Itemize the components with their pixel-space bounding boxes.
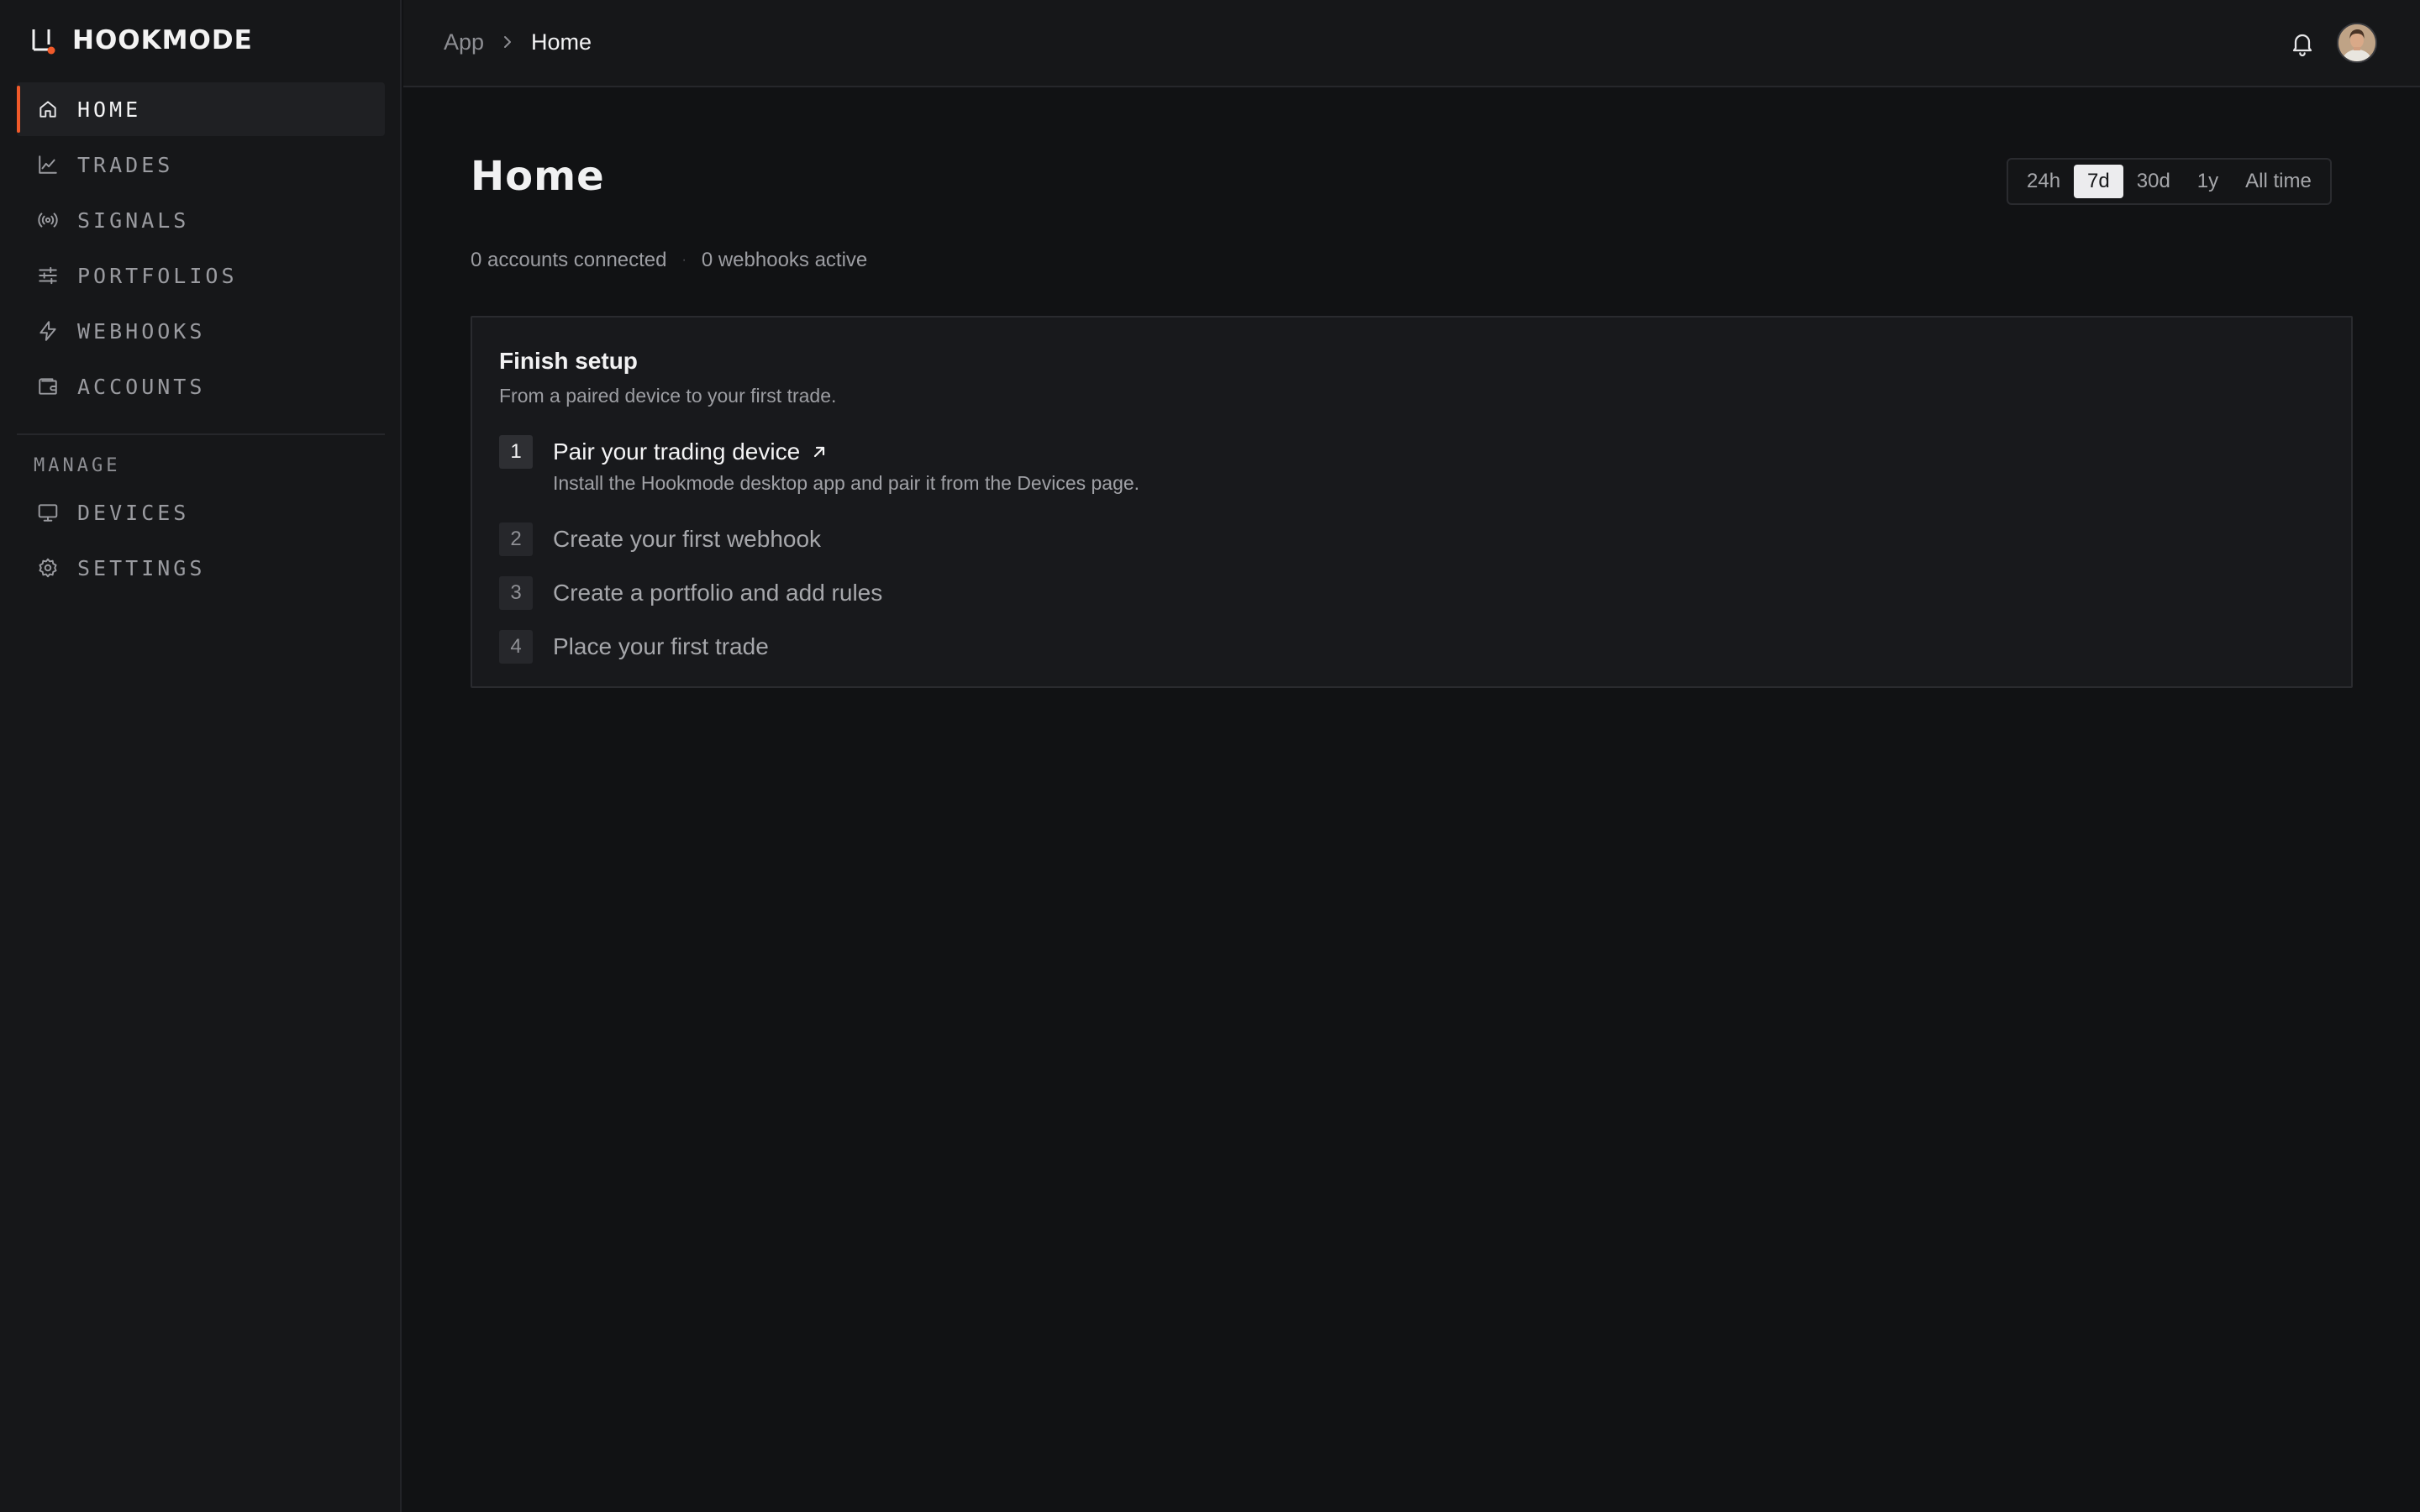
setup-step-3: 3 Create a portfolio and add rules [499,576,882,610]
sidebar: HOOKMODE HOME TRADES SIGNALS PORTFOLIOS … [0,0,402,1512]
main-content: Home 24h 7d 30d 1y All time 0 accounts c… [403,89,2420,1512]
step-number: 2 [499,522,533,556]
step-title[interactable]: Place your first trade [553,630,769,664]
card-subtitle: From a paired device to your first trade… [499,385,837,407]
range-option-30d[interactable]: 30d [2123,165,2184,198]
breadcrumb-parent-link[interactable]: App [444,29,484,55]
sidebar-divider [17,433,385,435]
sidebar-item-label: TRADES [77,152,174,177]
webhooks-active-count: 0 webhooks active [701,249,868,271]
sidebar-item-label: SIGNALS [77,207,190,233]
finish-setup-card: Finish setup From a paired device to you… [471,316,2353,688]
sidebar-item-home[interactable]: HOME [17,82,385,136]
range-option-7d[interactable]: 7d [2074,165,2123,198]
sidebar-section-label: MANAGE [34,455,121,476]
sidebar-item-label: PORTFOLIOS [77,263,238,288]
step-title: Pair your trading device [553,438,801,465]
user-avatar[interactable] [2337,23,2377,63]
summary-stats: 0 accounts connected · 0 webhooks active [471,249,867,272]
home-icon [37,98,59,120]
accounts-connected-count: 0 accounts connected [471,249,667,271]
breadcrumb-current: Home [531,29,592,55]
range-option-24h[interactable]: 24h [2013,165,2074,198]
sidebar-item-label: HOME [77,97,142,122]
setup-step-4: 4 Place your first trade [499,630,769,664]
sidebar-item-settings[interactable]: SETTINGS [17,541,385,595]
sidebar-item-label: ACCOUNTS [77,374,206,399]
monitor-icon [37,501,59,523]
card-title: Finish setup [499,348,638,374]
sidebar-item-portfolios[interactable]: PORTFOLIOS [17,249,385,302]
step-number: 3 [499,576,533,610]
sidebar-item-signals[interactable]: SIGNALS [17,193,385,247]
sidebar-item-label: SETTINGS [77,555,206,580]
brand[interactable]: HOOKMODE [30,24,253,57]
step-link-pair-device[interactable]: Pair your trading device [553,435,1139,469]
sidebar-item-label: WEBHOOKS [77,318,206,344]
sidebar-item-webhooks[interactable]: WEBHOOKS [17,304,385,358]
main-navigation: HOME TRADES SIGNALS PORTFOLIOS WEBHOOKS … [17,82,385,415]
step-description: Install the Hookmode desktop app and pai… [553,472,1140,494]
sliders-icon [37,265,59,286]
stats-separator: · [681,253,687,267]
sidebar-item-trades[interactable]: TRADES [17,138,385,192]
range-option-1y[interactable]: 1y [2184,165,2232,198]
range-option-all-time[interactable]: All time [2232,165,2325,198]
step-title[interactable]: Create a portfolio and add rules [553,576,882,610]
arrow-up-right-icon [810,443,829,461]
bell-icon[interactable] [2286,27,2319,60]
gear-icon [37,557,59,579]
breadcrumb: App Home [444,0,592,84]
top-bar: App Home [403,0,2420,87]
page-title: Home [471,153,605,200]
chart-line-icon [37,154,59,176]
setup-step-2: 2 Create your first webhook [499,522,821,556]
setup-step-1: 1 Pair your trading device Install the H… [499,435,1139,495]
brand-name: HOOKMODE [72,25,253,55]
step-number: 4 [499,630,533,664]
sidebar-item-accounts[interactable]: ACCOUNTS [17,360,385,413]
chevron-right-icon [499,34,516,50]
manage-navigation: DEVICES SETTINGS [17,486,385,596]
sidebar-item-label: DEVICES [77,500,190,525]
broadcast-icon [37,209,59,231]
step-number: 1 [499,435,533,469]
step-title[interactable]: Create your first webhook [553,522,821,556]
brand-logo-icon [30,26,55,55]
time-range-selector: 24h 7d 30d 1y All time [2007,158,2332,205]
lightning-icon [37,320,59,342]
sidebar-item-devices[interactable]: DEVICES [17,486,385,539]
wallet-icon [37,375,59,397]
